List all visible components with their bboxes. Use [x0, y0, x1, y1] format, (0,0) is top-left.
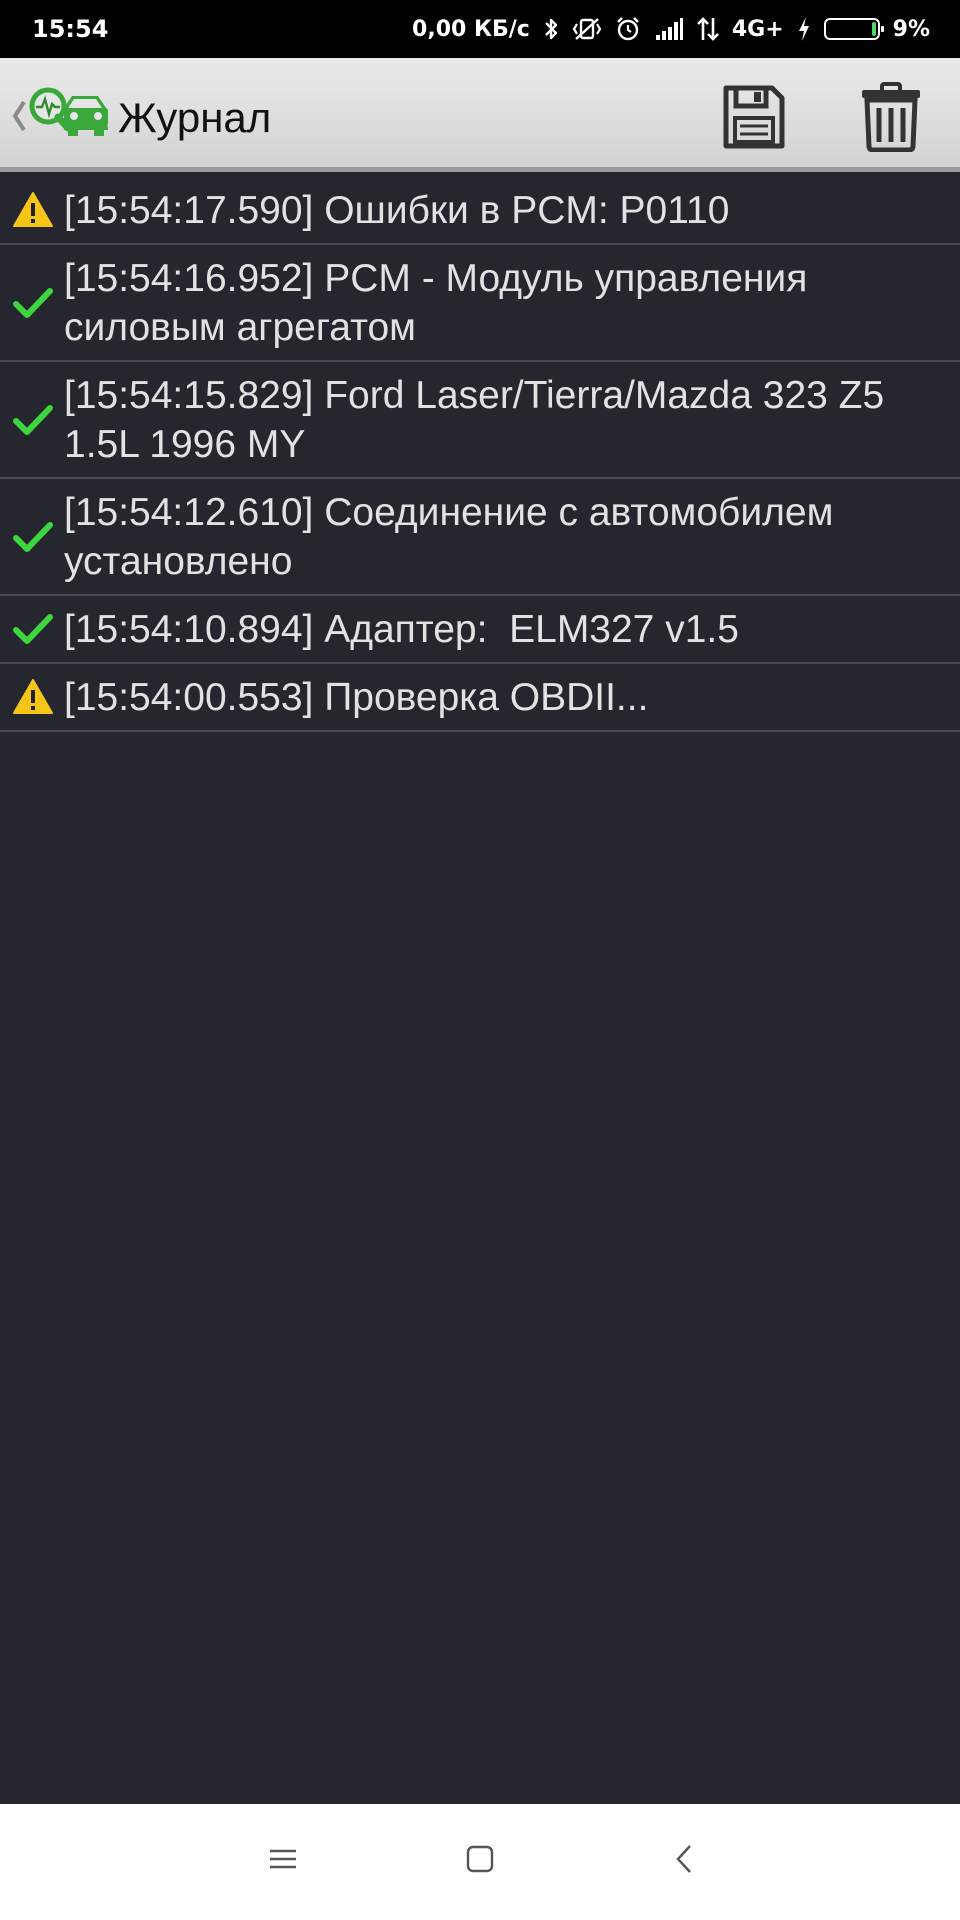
bluetooth-icon: [543, 16, 559, 42]
app-bar: Журнал: [0, 58, 960, 172]
log-entry-text: [15:54:00.553] Проверка OBDII...: [64, 675, 649, 719]
log-entry-text: [15:54:15.829] Ford Laser/Tierra/Mazda 3…: [64, 373, 885, 466]
log-entry[interactable]: [15:54:17.590] Ошибки в PCM: P0110: [0, 177, 960, 245]
battery-level: [871, 22, 876, 36]
checkmark-icon: [12, 399, 54, 441]
navigation-bar: [0, 1804, 960, 1920]
save-icon: [723, 85, 785, 149]
status-bar: 15:54 0,00 КБ/с 4G+ 9%: [0, 0, 960, 58]
log-entry-text: [15:54:16.952] PCM - Модуль управления с…: [64, 256, 808, 349]
warning-icon: [12, 189, 54, 231]
warning-icon: [12, 676, 54, 718]
menu-icon[interactable]: [268, 1844, 298, 1879]
vibrate-icon: [572, 16, 602, 42]
alarm-icon: [615, 16, 641, 42]
battery-icon: [823, 18, 884, 40]
trash-icon: [862, 82, 920, 153]
log-entry[interactable]: [15:54:15.829] Ford Laser/Tierra/Mazda 3…: [0, 362, 960, 479]
back-icon[interactable]: [670, 1844, 700, 1879]
back-chevron-icon[interactable]: [10, 98, 28, 139]
home-icon[interactable]: [465, 1844, 495, 1879]
status-time: 15:54: [32, 15, 109, 43]
log-entry[interactable]: [15:54:12.610] Соединение с автомобилем …: [0, 479, 960, 596]
checkmark-icon: [12, 516, 54, 558]
save-button[interactable]: [720, 84, 786, 150]
page-title: Журнал: [118, 94, 272, 141]
signal-icon: [654, 17, 684, 41]
log-entry[interactable]: [15:54:10.894] Адаптер: ELM327 v1.5: [0, 596, 960, 664]
delete-button[interactable]: [860, 82, 922, 153]
data-arrows-icon: [696, 16, 719, 42]
log-list: [15:54:17.590] Ошибки в PCM: P0110 [15:5…: [0, 177, 960, 732]
log-entry-text: [15:54:12.610] Соединение с автомобилем …: [64, 490, 834, 583]
log-entry-text: [15:54:17.590] Ошибки в PCM: P0110: [64, 188, 730, 232]
charging-icon: [797, 16, 811, 42]
checkmark-icon: [12, 282, 54, 324]
battery-percent: 9%: [892, 16, 930, 42]
log-entry[interactable]: [15:54:16.952] PCM - Модуль управления с…: [0, 245, 960, 362]
log-entry-text: [15:54:10.894] Адаптер: ELM327 v1.5: [64, 607, 739, 651]
car-diagnostic-logo-icon[interactable]: [28, 86, 110, 149]
status-indicators: 0,00 КБ/с 4G+ 9%: [412, 16, 930, 42]
network-speed: 0,00 КБ/с: [412, 16, 530, 42]
network-type: 4G+: [731, 16, 784, 42]
log-entry[interactable]: [15:54:00.553] Проверка OBDII...: [0, 664, 960, 732]
checkmark-icon: [12, 608, 54, 650]
